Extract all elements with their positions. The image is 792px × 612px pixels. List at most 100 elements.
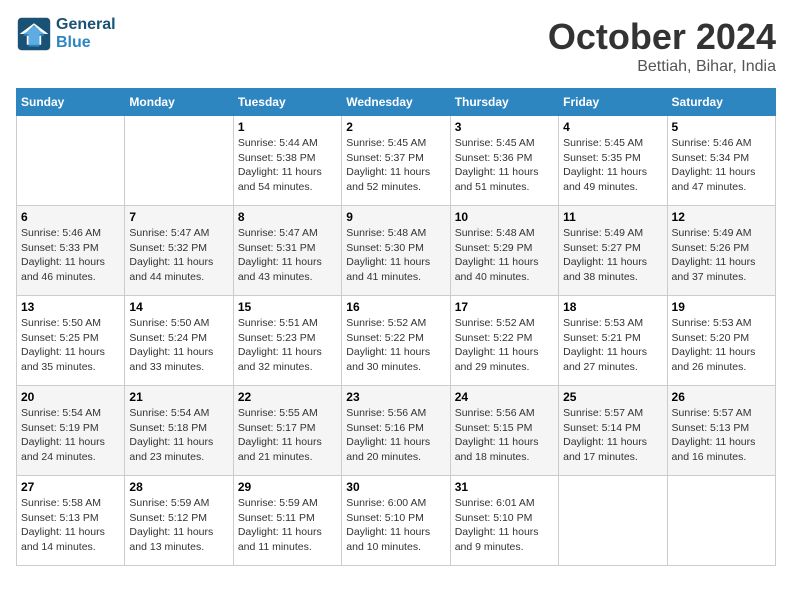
- calendar-cell: 29 Sunrise: 5:59 AM Sunset: 5:11 PM Dayli…: [233, 476, 341, 566]
- cell-sun-info: Sunrise: 5:52 AM Sunset: 5:22 PM Dayligh…: [346, 316, 445, 375]
- cell-sun-info: Sunrise: 5:45 AM Sunset: 5:37 PM Dayligh…: [346, 136, 445, 195]
- calendar-cell: 15Sunrise: 5:51 AM Sunset: 5:23 PM Dayli…: [233, 296, 341, 386]
- cell-sun-info: Sunrise: 5:54 AM Sunset: 5:18 PM Dayligh…: [129, 406, 228, 465]
- day-number: 13: [21, 300, 120, 314]
- weekday-header-thursday: Thursday: [450, 89, 558, 116]
- cell-sun-info: Sunrise: 5:51 AM Sunset: 5:23 PM Dayligh…: [238, 316, 337, 375]
- cell-sun-info: Sunrise: 5:56 AM Sunset: 5:15 PM Dayligh…: [455, 406, 554, 465]
- logo-text: General Blue: [56, 16, 116, 52]
- calendar-cell: 12 Sunrise: 5:49 AM Sunset: 5:26 PM Dayli…: [667, 206, 775, 296]
- calendar-cell: 26Sunrise: 5:57 AM Sunset: 5:13 PM Dayli…: [667, 386, 775, 476]
- cell-sun-info: Sunrise: 5:47 AM Sunset: 5:31 PM Dayligh…: [238, 226, 337, 285]
- day-number: 22: [238, 390, 337, 404]
- calendar-week-5: 27 Sunrise: 5:58 AM Sunset: 5:13 PM Dayli…: [17, 476, 776, 566]
- cell-sun-info: Sunrise: 5:47 AM Sunset: 5:32 PM Dayligh…: [129, 226, 228, 285]
- calendar-cell: 24 Sunrise: 5:56 AM Sunset: 5:15 PM Dayli…: [450, 386, 558, 476]
- day-number: 9: [346, 210, 445, 224]
- day-number: 16: [346, 300, 445, 314]
- cell-sun-info: Sunrise: 5:49 AM Sunset: 5:27 PM Dayligh…: [563, 226, 662, 285]
- calendar-cell: 19Sunrise: 5:53 AM Sunset: 5:20 PM Dayli…: [667, 296, 775, 386]
- cell-sun-info: Sunrise: 5:56 AM Sunset: 5:16 PM Dayligh…: [346, 406, 445, 465]
- page-header: General Blue October 2024 Bettiah, Bihar…: [16, 16, 776, 76]
- day-number: 23: [346, 390, 445, 404]
- logo: General Blue: [16, 16, 116, 52]
- day-number: 17: [455, 300, 554, 314]
- day-number: 1: [238, 120, 337, 134]
- logo-icon: [16, 16, 52, 52]
- day-number: 27: [21, 480, 120, 494]
- cell-sun-info: Sunrise: 5:57 AM Sunset: 5:14 PM Dayligh…: [563, 406, 662, 465]
- calendar-cell: 16 Sunrise: 5:52 AM Sunset: 5:22 PM Dayli…: [342, 296, 450, 386]
- day-number: 10: [455, 210, 554, 224]
- cell-sun-info: Sunrise: 5:55 AM Sunset: 5:17 PM Dayligh…: [238, 406, 337, 465]
- day-number: 26: [672, 390, 771, 404]
- day-number: 18: [563, 300, 662, 314]
- calendar-cell: 31 Sunrise: 6:01 AM Sunset: 5:10 PM Dayli…: [450, 476, 558, 566]
- day-number: 5: [672, 120, 771, 134]
- cell-sun-info: Sunrise: 5:44 AM Sunset: 5:38 PM Dayligh…: [238, 136, 337, 195]
- cell-sun-info: Sunrise: 5:50 AM Sunset: 5:25 PM Dayligh…: [21, 316, 120, 375]
- calendar-cell: 11 Sunrise: 5:49 AM Sunset: 5:27 PM Dayli…: [559, 206, 667, 296]
- calendar-cell: 7 Sunrise: 5:47 AM Sunset: 5:32 PM Daylig…: [125, 206, 233, 296]
- cell-sun-info: Sunrise: 6:01 AM Sunset: 5:10 PM Dayligh…: [455, 496, 554, 555]
- calendar-cell: 9 Sunrise: 5:48 AM Sunset: 5:30 PM Daylig…: [342, 206, 450, 296]
- calendar-cell: 4 Sunrise: 5:45 AM Sunset: 5:35 PM Daylig…: [559, 116, 667, 206]
- cell-sun-info: Sunrise: 5:46 AM Sunset: 5:33 PM Dayligh…: [21, 226, 120, 285]
- calendar-cell: 27 Sunrise: 5:58 AM Sunset: 5:13 PM Dayli…: [17, 476, 125, 566]
- day-number: 19: [672, 300, 771, 314]
- calendar-table: SundayMondayTuesdayWednesdayThursdayFrid…: [16, 88, 776, 566]
- day-number: 21: [129, 390, 228, 404]
- weekday-header-friday: Friday: [559, 89, 667, 116]
- calendar-week-2: 6 Sunrise: 5:46 AM Sunset: 5:33 PM Daylig…: [17, 206, 776, 296]
- calendar-week-1: 1 Sunrise: 5:44 AM Sunset: 5:38 PM Daylig…: [17, 116, 776, 206]
- calendar-cell: [667, 476, 775, 566]
- calendar-cell: 28 Sunrise: 5:59 AM Sunset: 5:12 PM Dayli…: [125, 476, 233, 566]
- calendar-cell: 13 Sunrise: 5:50 AM Sunset: 5:25 PM Dayli…: [17, 296, 125, 386]
- title-section: October 2024 Bettiah, Bihar, India: [548, 16, 776, 76]
- day-number: 3: [455, 120, 554, 134]
- day-number: 6: [21, 210, 120, 224]
- weekday-header-sunday: Sunday: [17, 89, 125, 116]
- calendar-cell: 14 Sunrise: 5:50 AM Sunset: 5:24 PM Dayli…: [125, 296, 233, 386]
- calendar-cell: 10Sunrise: 5:48 AM Sunset: 5:29 PM Dayli…: [450, 206, 558, 296]
- calendar-cell: 23 Sunrise: 5:56 AM Sunset: 5:16 PM Dayli…: [342, 386, 450, 476]
- cell-sun-info: Sunrise: 5:45 AM Sunset: 5:36 PM Dayligh…: [455, 136, 554, 195]
- day-number: 11: [563, 210, 662, 224]
- weekday-header-wednesday: Wednesday: [342, 89, 450, 116]
- cell-sun-info: Sunrise: 5:46 AM Sunset: 5:34 PM Dayligh…: [672, 136, 771, 195]
- calendar-cell: 18 Sunrise: 5:53 AM Sunset: 5:21 PM Dayli…: [559, 296, 667, 386]
- calendar-cell: 22 Sunrise: 5:55 AM Sunset: 5:17 PM Dayli…: [233, 386, 341, 476]
- calendar-cell: 20Sunrise: 5:54 AM Sunset: 5:19 PM Dayli…: [17, 386, 125, 476]
- calendar-cell: 1 Sunrise: 5:44 AM Sunset: 5:38 PM Daylig…: [233, 116, 341, 206]
- calendar-cell: [125, 116, 233, 206]
- cell-sun-info: Sunrise: 5:49 AM Sunset: 5:26 PM Dayligh…: [672, 226, 771, 285]
- weekday-header-saturday: Saturday: [667, 89, 775, 116]
- day-number: 31: [455, 480, 554, 494]
- cell-sun-info: Sunrise: 5:59 AM Sunset: 5:12 PM Dayligh…: [129, 496, 228, 555]
- cell-sun-info: Sunrise: 5:52 AM Sunset: 5:22 PM Dayligh…: [455, 316, 554, 375]
- day-number: 7: [129, 210, 228, 224]
- cell-sun-info: Sunrise: 5:53 AM Sunset: 5:21 PM Dayligh…: [563, 316, 662, 375]
- calendar-cell: 5 Sunrise: 5:46 AM Sunset: 5:34 PM Daylig…: [667, 116, 775, 206]
- day-number: 8: [238, 210, 337, 224]
- cell-sun-info: Sunrise: 5:50 AM Sunset: 5:24 PM Dayligh…: [129, 316, 228, 375]
- cell-sun-info: Sunrise: 5:59 AM Sunset: 5:11 PM Dayligh…: [238, 496, 337, 555]
- day-number: 28: [129, 480, 228, 494]
- cell-sun-info: Sunrise: 5:54 AM Sunset: 5:19 PM Dayligh…: [21, 406, 120, 465]
- month-title: October 2024: [548, 16, 776, 58]
- day-number: 30: [346, 480, 445, 494]
- calendar-cell: 3 Sunrise: 5:45 AM Sunset: 5:36 PM Daylig…: [450, 116, 558, 206]
- day-number: 25: [563, 390, 662, 404]
- cell-sun-info: Sunrise: 5:48 AM Sunset: 5:30 PM Dayligh…: [346, 226, 445, 285]
- calendar-cell: 8 Sunrise: 5:47 AM Sunset: 5:31 PM Daylig…: [233, 206, 341, 296]
- day-number: 4: [563, 120, 662, 134]
- weekday-header-row: SundayMondayTuesdayWednesdayThursdayFrid…: [17, 89, 776, 116]
- day-number: 29: [238, 480, 337, 494]
- cell-sun-info: Sunrise: 5:45 AM Sunset: 5:35 PM Dayligh…: [563, 136, 662, 195]
- weekday-header-monday: Monday: [125, 89, 233, 116]
- day-number: 12: [672, 210, 771, 224]
- day-number: 24: [455, 390, 554, 404]
- calendar-cell: 17 Sunrise: 5:52 AM Sunset: 5:22 PM Dayli…: [450, 296, 558, 386]
- cell-sun-info: Sunrise: 5:58 AM Sunset: 5:13 PM Dayligh…: [21, 496, 120, 555]
- day-number: 14: [129, 300, 228, 314]
